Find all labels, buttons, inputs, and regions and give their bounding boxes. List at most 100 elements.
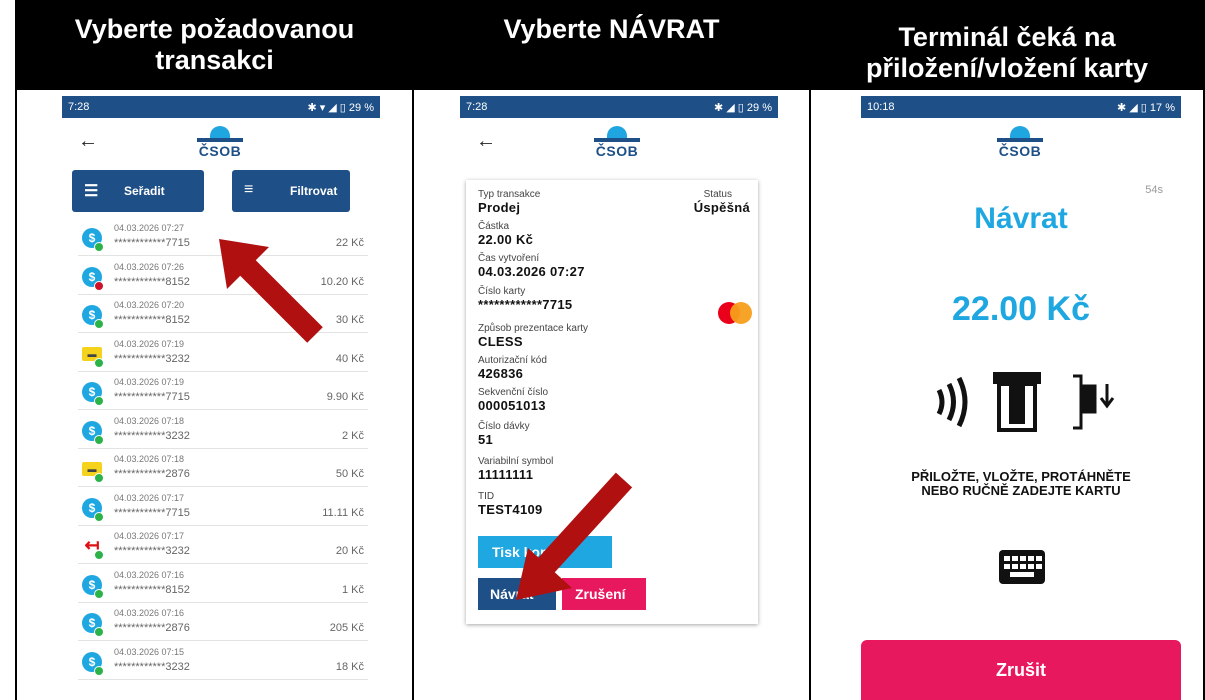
transaction-date: 04.03.2026 07:18 xyxy=(114,415,185,426)
transaction-card: ************8152 xyxy=(114,583,190,596)
void-button[interactable]: Zrušení xyxy=(562,578,646,610)
transaction-date: 04.03.2026 07:26 xyxy=(114,261,185,272)
transaction-amount: 22 Kč xyxy=(335,237,364,249)
status-value: Úspěšná xyxy=(693,200,750,215)
transaction-row[interactable]: $04.03.2026 07:19 ************7715 9.90 Kč xyxy=(78,374,368,410)
column-header: Terminál čeká na přiložení/vložení karty xyxy=(811,0,1203,90)
success-badge-icon xyxy=(94,511,104,522)
transaction-amount: 10.20 Kč xyxy=(320,275,364,288)
phone-screen-transactions: 7:28 ✱ ▾ ◢ ▯ 29 % ← ČSOB ☰ Seřadit ≡ Fil… xyxy=(62,96,380,700)
card-number-label: Číslo karty xyxy=(478,286,526,297)
transaction-row[interactable]: $04.03.2026 07:26 ************8152 10.20 K… xyxy=(78,259,368,295)
transaction-row[interactable]: $04.03.2026 07:15 ************3232 18 Kč xyxy=(78,644,368,680)
success-badge-icon xyxy=(94,357,104,368)
transaction-row[interactable]: ↤ 04.03.2026 07:17 ************3232 20 Kč xyxy=(78,528,368,564)
tid-label: TID xyxy=(478,491,495,502)
transaction-date: 04.03.2026 07:15 xyxy=(114,646,185,657)
transaction-detail-card: Typ transakce Prodej Status Úspěšná Část… xyxy=(466,180,758,624)
transaction-row[interactable]: $04.03.2026 07:27 ************7715 22 Kč xyxy=(78,220,368,256)
created-label: Čas vytvoření xyxy=(478,253,540,264)
column-header: Vyberte NÁVRAT xyxy=(414,0,809,90)
transaction-card: ************7715 xyxy=(114,391,190,403)
cancel-button[interactable]: Zrušit xyxy=(861,640,1181,700)
transaction-row[interactable]: $04.03.2026 07:20 ************8152 30 Kč xyxy=(78,297,368,333)
transaction-card: ************3232 xyxy=(114,352,190,365)
status-time: 7:28 xyxy=(466,101,488,113)
transaction-card: ************3232 xyxy=(114,545,190,557)
transaction-amount: 18 Kč xyxy=(335,660,364,673)
csob-logo: ČSOB xyxy=(594,126,642,160)
column-select-transaction: Vyberte požadovanou transakci 7:28 ✱ ▾ ◢… xyxy=(15,0,412,700)
type-value: Prodej xyxy=(478,200,521,215)
back-arrow-icon[interactable]: ← xyxy=(78,130,98,153)
card-swipe-icon xyxy=(1073,374,1115,430)
success-badge-icon xyxy=(94,588,104,599)
status-icons: ✱ ◢ ▯ 29 % xyxy=(714,102,772,114)
status-icons: ✱ ▾ ◢ ▯ 29 % xyxy=(307,102,374,114)
transaction-row[interactable]: ▬ 04.03.2026 07:18 ************2876 50 Kč xyxy=(78,451,368,487)
transaction-amount: 40 Kč xyxy=(335,352,364,365)
status-bar: 10:18 ✱ ◢ ▯ 17 % xyxy=(861,96,1181,118)
transaction-amount: 11.11 Kč xyxy=(322,506,364,519)
card-methods-icon xyxy=(936,372,1115,432)
status-bar: 7:28 ✱ ◢ ▯ 29 % xyxy=(460,96,778,118)
type-label: Typ transakce xyxy=(478,189,541,200)
status-time: 7:28 xyxy=(68,101,90,113)
void-button-label: Zrušení xyxy=(575,586,626,602)
sort-button-label: Seřadit xyxy=(124,184,165,198)
failure-badge-icon xyxy=(94,280,104,291)
created-value: 04.03.2026 07:27 xyxy=(478,264,585,279)
transaction-amount: 30 Kč xyxy=(335,314,364,326)
transaction-amount: 50 Kč xyxy=(335,468,364,480)
transaction-card: ************8152 xyxy=(114,275,190,288)
transaction-date: 04.03.2026 07:16 xyxy=(114,569,185,580)
sort-button[interactable]: ☰ Seřadit xyxy=(72,170,204,212)
transaction-card: ************2876 xyxy=(114,468,190,480)
transaction-card: ************7715 xyxy=(114,506,190,519)
mastercard-icon xyxy=(716,302,752,324)
transaction-card: ************2876 xyxy=(114,622,190,634)
transaction-row[interactable]: $04.03.2026 07:16 ************8152 1 Kč xyxy=(78,567,368,603)
amount-label: Částka xyxy=(478,221,510,232)
success-badge-icon xyxy=(94,434,104,445)
transaction-row[interactable]: $04.03.2026 07:16 ************2876 205 Kč xyxy=(78,605,368,641)
sequence-label: Sekvenční číslo xyxy=(478,387,549,398)
card-insert-icon xyxy=(993,372,1041,432)
contactless-icon xyxy=(936,376,968,428)
screen-title: Návrat xyxy=(974,202,1068,235)
auth-code-value: 426836 xyxy=(478,366,524,381)
status-time: 10:18 xyxy=(867,101,895,113)
transaction-card: ************3232 xyxy=(114,660,190,673)
print-copy-label: Tisk kopii xyxy=(492,544,557,560)
amount-display: 22.00 Kč xyxy=(952,290,1090,328)
success-badge-icon xyxy=(94,319,104,329)
keyboard-icon[interactable] xyxy=(999,550,1045,584)
transaction-row[interactable]: $04.03.2026 07:17 ************7715 11.11 K… xyxy=(78,490,368,526)
auth-code-label: Autorizační kód xyxy=(478,355,547,366)
filter-button[interactable]: ≡ Filtrovat xyxy=(232,170,350,212)
print-copy-button[interactable]: Tisk kopii xyxy=(478,536,612,568)
tid-value: TEST4109 xyxy=(478,502,543,517)
column-header-text: Vyberte požadovanou transakci xyxy=(74,14,355,75)
return-button[interactable]: Návrat xyxy=(478,578,556,610)
transaction-date: 04.03.2026 07:16 xyxy=(114,608,185,618)
variable-symbol-label: Variabilní symbol xyxy=(478,456,554,467)
status-label: Status xyxy=(703,189,732,200)
card-number-value: ************7715 xyxy=(478,297,573,312)
countdown-seconds: 54s xyxy=(1145,184,1163,196)
filter-button-label: Filtrovat xyxy=(290,184,338,198)
return-button-label: Návrat xyxy=(490,586,534,602)
success-badge-icon xyxy=(94,396,104,406)
transaction-row[interactable]: ▬ 04.03.2026 07:19 ************3232 40 Kč xyxy=(78,336,368,372)
success-badge-icon xyxy=(94,550,104,560)
batch-value: 51 xyxy=(478,432,494,447)
status-icons: ✱ ◢ ▯ 17 % xyxy=(1117,102,1175,114)
transaction-amount: 9.90 Kč xyxy=(326,391,364,403)
transaction-row[interactable]: $04.03.2026 07:18 ************3232 2 Kč xyxy=(78,413,368,449)
status-bar: 7:28 ✱ ▾ ◢ ▯ 29 % xyxy=(62,96,380,118)
back-arrow-icon[interactable]: ← xyxy=(476,130,496,153)
amount-value: 22.00 Kč xyxy=(478,232,534,247)
transaction-date: 04.03.2026 07:20 xyxy=(114,300,185,310)
transaction-date: 04.03.2026 07:19 xyxy=(114,338,185,349)
column-header-text: Terminál čeká na přiložení/vložení karty xyxy=(865,22,1149,83)
